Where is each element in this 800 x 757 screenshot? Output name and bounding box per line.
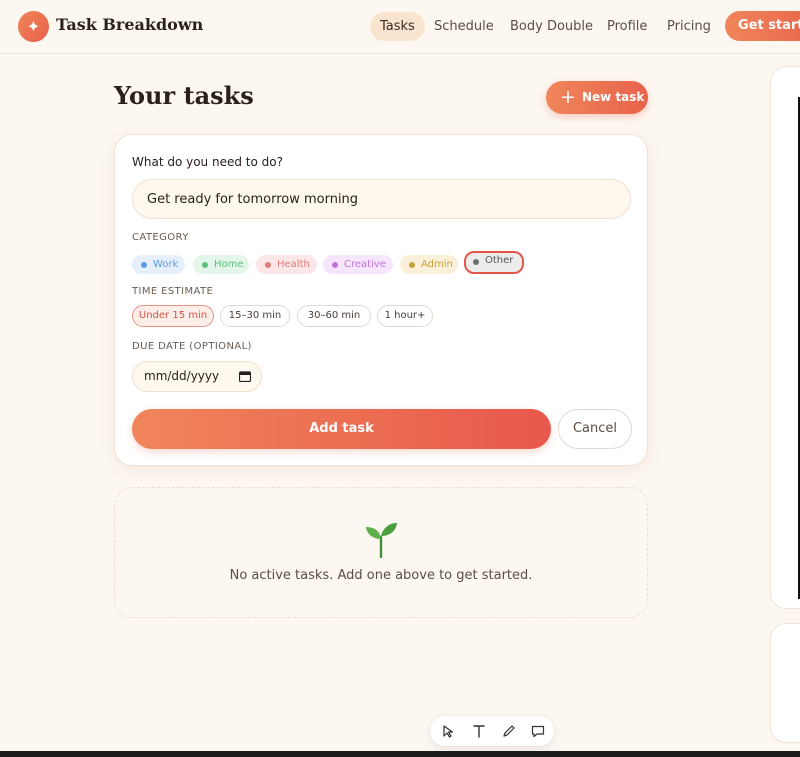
calendar-icon[interactable] <box>239 371 251 382</box>
due-date-label: DUE DATE (OPTIONAL) <box>132 341 252 352</box>
category-dot <box>265 262 271 268</box>
nav-link-pricing[interactable]: Pricing <box>657 12 721 41</box>
category-chip-other[interactable]: Other <box>464 251 524 274</box>
nav-link-profile[interactable]: Profile <box>597 12 657 41</box>
category-chip-work[interactable]: Work <box>132 255 185 274</box>
nav-link-body-double[interactable]: Body Double <box>500 12 603 41</box>
annotation-toolbar <box>430 716 554 746</box>
time-option-1-hour[interactable]: 1 hour+ <box>377 305 433 327</box>
empty-state: No active tasks. Add one above to get st… <box>114 487 648 618</box>
chip-label: Admin <box>421 259 453 270</box>
task-input[interactable] <box>132 179 631 219</box>
get-started-button[interactable]: Get started <box>725 11 800 41</box>
nav-link-schedule[interactable]: Schedule <box>424 12 504 41</box>
seedling-icon <box>366 523 397 558</box>
category-dot <box>473 259 479 265</box>
text-tool-icon[interactable] <box>471 723 487 739</box>
pen-icon[interactable] <box>501 723 517 739</box>
empty-state-message: No active tasks. Add one above to get st… <box>229 568 533 583</box>
category-chip-admin[interactable]: Admin <box>400 255 458 274</box>
add-task-button[interactable]: Add task <box>132 409 551 449</box>
plus-icon: + <box>560 86 576 108</box>
chip-label: Other <box>485 255 514 266</box>
category-dot <box>332 262 338 268</box>
category-label: CATEGORY <box>132 232 189 243</box>
new-task-form: What do you need to do? CATEGORY Work Ho… <box>114 134 648 466</box>
time-option-15-30[interactable]: 15–30 min <box>220 305 290 327</box>
time-estimate-label: TIME ESTIMATE <box>132 286 214 297</box>
side-panel <box>770 66 800 609</box>
new-task-button[interactable]: + New task <box>546 81 648 114</box>
new-task-label: New task <box>582 90 645 104</box>
chip-label: Home <box>214 259 244 270</box>
chip-label: Creative <box>344 259 386 270</box>
comment-icon[interactable] <box>530 723 546 739</box>
app-name[interactable]: Task Breakdown <box>56 15 203 34</box>
nav-link-tasks[interactable]: Tasks <box>370 12 425 41</box>
category-chip-home[interactable]: Home <box>193 255 249 274</box>
top-nav: ✦ Task Breakdown Tasks Schedule Body Dou… <box>0 0 800 54</box>
category-chip-creative[interactable]: Creative <box>323 255 393 274</box>
select-icon[interactable] <box>441 723 457 739</box>
page-title: Your tasks <box>114 81 254 110</box>
chip-label: Work <box>153 259 179 270</box>
date-placeholder: mm/dd/yyyy <box>144 369 220 383</box>
time-option-30-60[interactable]: 30–60 min <box>297 305 371 327</box>
task-question-label: What do you need to do? <box>132 155 283 169</box>
sparkle-icon[interactable]: ✦ <box>18 11 49 42</box>
chip-label: Health <box>277 259 310 270</box>
category-dot <box>141 262 147 268</box>
category-dot <box>202 262 208 268</box>
category-dot <box>409 262 415 268</box>
side-panel-secondary <box>770 623 800 743</box>
time-option-under-15[interactable]: Under 15 min <box>132 305 214 327</box>
due-date-field[interactable]: mm/dd/yyyy <box>132 361 262 392</box>
window-bottom-edge <box>0 751 800 757</box>
cancel-button[interactable]: Cancel <box>558 409 632 449</box>
category-chip-health[interactable]: Health <box>256 255 317 274</box>
